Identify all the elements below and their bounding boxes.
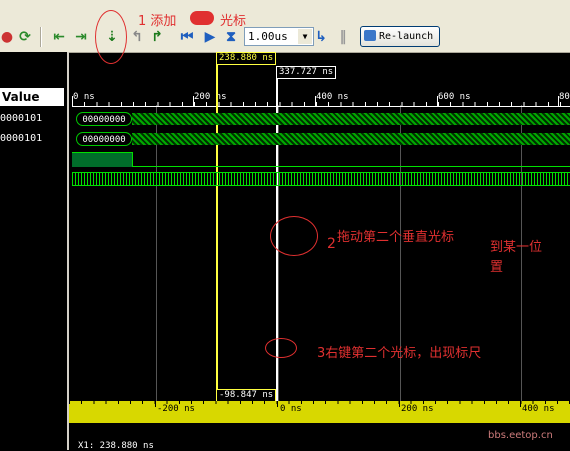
run-time-select[interactable]: 1.00us ▼ — [244, 27, 314, 46]
annotation-step2-text-2: 到某一位 — [490, 240, 543, 255]
go-next-edge-icon[interactable]: ⇥ — [72, 28, 90, 46]
delta-ruler-major-tick — [520, 401, 521, 407]
signal-value-2: 0000101 — [0, 133, 43, 144]
go-prev-edge-icon[interactable]: ⇤ — [50, 28, 68, 46]
toolbar: ● ⟳ ⇤ ⇥ ⇣ ↰ ↱ ⏮ ▶ ⧗ 1.00us ▼ ↳ ‖ Re-laun… — [0, 0, 570, 53]
cursor-2-time-label: 337.727 ns — [276, 66, 337, 79]
relaunch-button[interactable]: Re-launch — [360, 26, 440, 47]
prev-marker-icon[interactable]: ↰ — [128, 28, 146, 46]
delta-ruler-major-tick — [155, 401, 156, 407]
refresh-icon[interactable]: ⟳ — [16, 28, 34, 46]
annotation-circle-1 — [95, 10, 127, 64]
delta-ruler-label: -200 ns — [157, 404, 195, 414]
run-time-value: 1.00us — [248, 30, 288, 43]
value-column-header: Value — [0, 88, 64, 106]
ruler-axis — [72, 106, 570, 107]
next-marker-icon[interactable]: ↱ — [148, 28, 166, 46]
run-icon[interactable]: ▶ — [201, 28, 219, 46]
clock-waveform — [72, 172, 570, 186]
delta-ruler-ticks — [69, 401, 570, 404]
annotation-circle-3 — [265, 338, 297, 358]
chevron-down-icon[interactable]: ▼ — [298, 29, 312, 44]
ruler-label: 80 — [559, 92, 570, 102]
run-for-icon[interactable]: ⧗ — [222, 28, 240, 46]
signal-3-edge — [132, 152, 133, 166]
delta-ruler-label: 200 ns — [401, 404, 434, 414]
relaunch-label: Re-launch — [379, 31, 434, 42]
relaunch-icon — [364, 30, 376, 41]
annotation-circle-2 — [270, 216, 318, 256]
annotation-step1: 1 添加 — [138, 14, 177, 29]
delta-ruler-major-tick — [277, 401, 278, 407]
signal-value-panel — [0, 52, 67, 450]
ruler-label: 200 ns — [194, 92, 227, 102]
bus-1-waveform — [132, 113, 570, 125]
watermark: bbs.eetop.cn — [488, 430, 553, 441]
cursor-1-time-label: 238.880 ns — [216, 52, 277, 65]
bus-2-waveform — [132, 133, 570, 145]
signal-value-1: 0000101 — [0, 113, 43, 124]
annotation-step2-number: 2 — [327, 236, 336, 252]
restart-icon[interactable]: ⏮ — [178, 28, 196, 46]
signal-3-high-block — [72, 152, 132, 167]
ruler-label: 400 ns — [316, 92, 349, 102]
grid-line — [156, 105, 157, 401]
ruler-label: 0 ns — [73, 92, 95, 102]
pink-dot-icon[interactable]: ● — [0, 28, 16, 46]
bus-1-value: 00000000 — [76, 112, 132, 126]
delta-ruler-label: 0 ns — [280, 404, 302, 414]
bus-2-value: 00000000 — [76, 132, 132, 146]
ruler-label: 600 ns — [438, 92, 471, 102]
pane-divider[interactable] — [67, 52, 69, 450]
delta-ruler-major-tick — [399, 401, 400, 407]
delta-ruler-bar[interactable] — [69, 401, 570, 423]
annotation-redaction — [190, 11, 214, 25]
toolbar-separator — [40, 27, 42, 47]
delta-ruler-label: 400 ns — [522, 404, 555, 414]
annotation-step2-text: 拖动第二个垂直光标 — [337, 230, 455, 245]
ruler-minor-ticks — [72, 102, 570, 106]
signal-3-low-line — [132, 166, 570, 167]
pause-icon[interactable]: ‖ — [334, 28, 352, 46]
step-icon[interactable]: ↳ — [312, 28, 330, 46]
annotation-step1-cursor: 光标 — [220, 14, 247, 29]
annotation-step2-text-3: 置 — [490, 260, 504, 275]
annotation-step3-text: 3右键第二个光标，出现标尺 — [317, 346, 482, 361]
